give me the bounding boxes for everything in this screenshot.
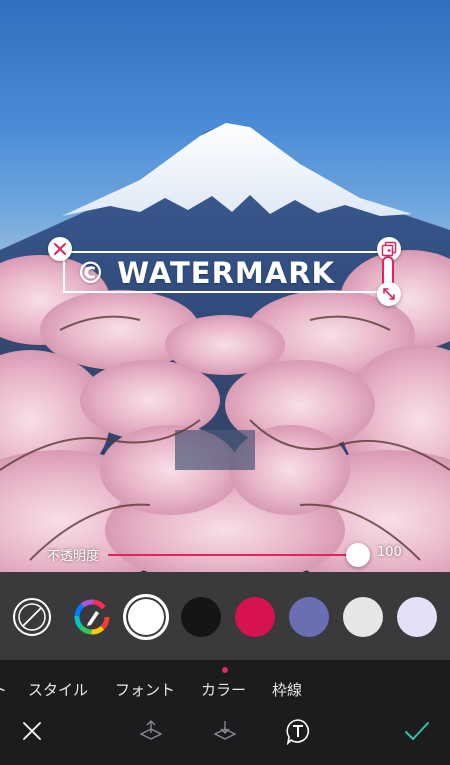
color-panel (0, 572, 450, 660)
bring-forward-icon (139, 720, 163, 740)
photo-canvas[interactable]: © WATERMARK 不透明度 100 (0, 0, 450, 572)
watermark-text[interactable]: © WATERMARK (76, 254, 386, 292)
tab-color[interactable]: カラー (201, 679, 246, 700)
swatch-black[interactable] (181, 597, 221, 637)
scale-rotate-button[interactable] (377, 282, 401, 306)
close-icon (54, 243, 66, 255)
opacity-label: 不透明度 (47, 549, 100, 564)
text-icon (286, 719, 310, 745)
opacity-value: 100 (377, 545, 402, 560)
tab-text[interactable]: ト (0, 679, 7, 700)
tab-bar: ト スタイル フォント カラー 枠線 (0, 660, 450, 765)
opacity-slider-track[interactable] (108, 554, 358, 556)
color-picker-button[interactable] (72, 597, 112, 637)
tab-style[interactable]: スタイル (28, 679, 88, 700)
opacity-slider-thumb[interactable] (346, 543, 370, 567)
no-color-icon (13, 598, 51, 636)
tab-font[interactable]: フォント (115, 679, 175, 700)
close-icon (23, 722, 41, 740)
swatch-crimson[interactable] (235, 597, 275, 637)
duplicate-icon (381, 241, 397, 257)
send-backward-icon (213, 721, 237, 740)
tab-border[interactable]: 枠線 (272, 679, 302, 700)
delete-watermark-button[interactable] (48, 237, 72, 261)
swatch-light-gray[interactable] (343, 597, 383, 637)
swatch-white[interactable] (123, 594, 169, 640)
swatch-indigo[interactable] (289, 597, 329, 637)
send-backward-button[interactable] (210, 716, 240, 746)
bring-forward-button[interactable] (136, 716, 166, 746)
scale-arrows-icon (383, 288, 395, 300)
checkmark-icon (405, 722, 429, 740)
no-color-button[interactable] (12, 597, 52, 637)
confirm-button[interactable] (402, 716, 432, 746)
text-edit-button[interactable] (283, 716, 313, 746)
cancel-button[interactable] (17, 716, 47, 746)
active-tab-indicator (222, 667, 228, 673)
color-picker-icon (74, 599, 110, 635)
swatch-lavender[interactable] (397, 597, 437, 637)
